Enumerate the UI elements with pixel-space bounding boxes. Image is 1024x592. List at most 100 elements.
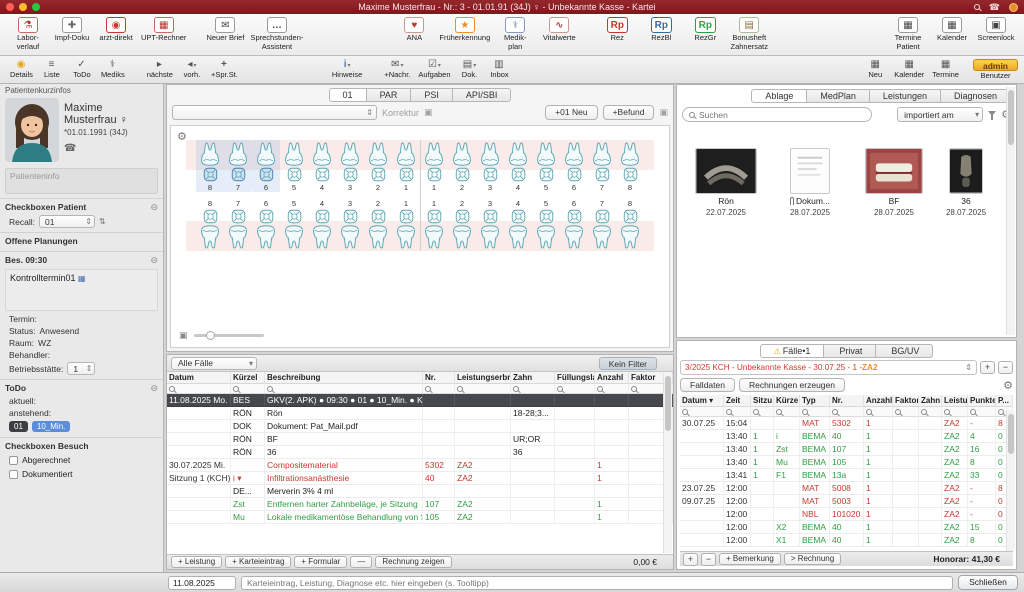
- toolbar-button[interactable]: ✚ Impf-Doku: [50, 16, 94, 44]
- zoom-control[interactable]: ▣: [179, 330, 264, 341]
- scrollbar[interactable]: [1006, 411, 1015, 551]
- leistung-row[interactable]: 13:41 1 F1 BEMA 13a 1 ZA2 33 0: [680, 469, 1013, 482]
- session-status-icon[interactable]: [1009, 3, 1018, 12]
- kartei-row[interactable]: 30.07.2025 Mi. Compositematerial 5302 ZA…: [167, 459, 673, 472]
- toolbar-button[interactable]: ◂ ▾ vorh.: [177, 59, 207, 79]
- column-header[interactable]: Typ: [800, 395, 830, 407]
- leistung-row[interactable]: 23.07.25 12:00 MAT 5008 1 ZA2 - 8: [680, 482, 1013, 495]
- befund-button[interactable]: +Befund: [603, 105, 655, 120]
- checkbox-abgerechnet[interactable]: Abgerechnet: [0, 453, 163, 467]
- toolbar-button[interactable]: ⚕ Mediks: [97, 59, 129, 79]
- tooth[interactable]: 7: [588, 199, 616, 251]
- toolbar-button[interactable]: ⚗ Labor- verlauf: [6, 16, 50, 52]
- column-filter[interactable]: [800, 407, 830, 417]
- column-header[interactable]: Sitzu: [751, 395, 774, 407]
- toolbar-button[interactable]: ▦ UPT-Rechner: [138, 16, 189, 44]
- column-header[interactable]: Zahn: [919, 395, 942, 407]
- leistung-row[interactable]: 12:00 X1 BEMA 40 1 ZA2 8 0: [680, 534, 1013, 547]
- toolbar-button[interactable]: ▦ Kalender: [930, 16, 974, 44]
- column-filter[interactable]: [751, 407, 774, 417]
- add-bemerkung-button[interactable]: + Bemerkung: [719, 553, 781, 565]
- scrollbar-thumb[interactable]: [1008, 90, 1014, 145]
- column-filter[interactable]: [893, 407, 919, 417]
- search-icon[interactable]: [974, 4, 980, 10]
- column-filter[interactable]: [830, 407, 864, 417]
- patient-avatar[interactable]: [5, 98, 59, 162]
- tooth[interactable]: 4: [308, 199, 336, 251]
- gear-icon[interactable]: ⚙: [1003, 379, 1013, 392]
- column-header[interactable]: Leistu: [942, 395, 968, 407]
- tooth[interactable]: 3: [476, 140, 504, 192]
- column-filter[interactable]: [231, 384, 265, 394]
- chart-tab[interactable]: PSI: [411, 88, 453, 102]
- create-invoice-button[interactable]: > Rechnung: [784, 553, 841, 565]
- leistung-row[interactable]: 09.07.25 12:00 MAT 5003 1 ZA2 - 0: [680, 495, 1013, 508]
- tooth[interactable]: 2: [364, 199, 392, 251]
- section-todo[interactable]: ToDo ⊖: [0, 379, 163, 395]
- faelle-tab[interactable]: ⚠Fälle•1: [760, 344, 825, 358]
- appointment-box[interactable]: Kontrolltermin01 ▦: [5, 269, 158, 311]
- column-header[interactable]: Punkte: [968, 395, 996, 407]
- kein-filter-button[interactable]: Kein Filter: [599, 357, 657, 370]
- column-filter[interactable]: [942, 407, 968, 417]
- phone-icon[interactable]: ☎: [64, 143, 128, 154]
- tooth[interactable]: 5: [532, 140, 560, 192]
- column-filter[interactable]: [265, 384, 423, 394]
- ablage-search-field[interactable]: [682, 107, 872, 122]
- scrollbar-thumb[interactable]: [1008, 414, 1014, 454]
- leistung-row[interactable]: 13:40 1 Mu BEMA 105 1 ZA2 8 0: [680, 456, 1013, 469]
- toolbar-button[interactable]: ≡ Liste: [37, 59, 67, 79]
- tooth-chart[interactable]: ⚙ 8: [170, 125, 670, 348]
- ablage-item[interactable]: Rön 22.07.2025: [694, 148, 758, 217]
- tooth[interactable]: 1: [420, 199, 448, 251]
- lock-icon[interactable]: ▣: [659, 107, 668, 118]
- tooth[interactable]: 1: [392, 140, 420, 192]
- falldaten-button[interactable]: Falldaten: [680, 378, 735, 392]
- toolbar-button[interactable]: ⚕ Medik- plan: [493, 16, 537, 52]
- add-karteieintrag-button[interactable]: + Karteieintrag: [225, 556, 291, 568]
- column-filter[interactable]: [511, 384, 555, 394]
- toolbar-button[interactable]: ♥ ANA: [392, 16, 436, 44]
- column-filter[interactable]: [595, 384, 629, 394]
- tooth[interactable]: 3: [336, 140, 364, 192]
- checkbox-icon[interactable]: [9, 470, 18, 479]
- filter-icon[interactable]: [988, 111, 996, 116]
- copy-icon[interactable]: ▣: [424, 107, 433, 118]
- chart-tab[interactable]: 01: [329, 88, 367, 102]
- kartei-row[interactable]: DE... Merverin 3% 4 ml: [167, 485, 673, 498]
- tooth[interactable]: 8: [196, 140, 224, 192]
- import-date-select[interactable]: importiert am ▾: [897, 107, 983, 122]
- toolbar-button[interactable]: ✓ ToDo: [67, 59, 97, 79]
- column-filter[interactable]: [724, 407, 751, 417]
- column-filter[interactable]: [167, 384, 231, 394]
- remove-case-button[interactable]: −: [998, 361, 1013, 374]
- leistung-row[interactable]: 12:00 NBL 101020 1 ZA2 - 0: [680, 508, 1013, 521]
- column-header[interactable]: Beschreibung: [265, 372, 423, 384]
- rechnungen-erzeugen-button[interactable]: Rechnungen erzeugen: [739, 378, 845, 392]
- column-header[interactable]: Datum ▾: [680, 395, 724, 407]
- faelle-tab[interactable]: BG/UV: [876, 344, 933, 358]
- column-filter[interactable]: [423, 384, 455, 394]
- kartei-row[interactable]: 11.08.2025 Mo. BES GKV(2. APK) ● 09:30 ●…: [167, 394, 673, 407]
- tooth[interactable]: 4: [504, 199, 532, 251]
- column-header[interactable]: Leistungserbrin: [455, 372, 511, 384]
- collapse-icon[interactable]: ⊖: [150, 256, 158, 265]
- collapse-icon[interactable]: ⊖: [150, 384, 158, 393]
- kartei-row[interactable]: Mu Lokale medikamentöse Behandlung von S…: [167, 511, 673, 524]
- befund-select[interactable]: ⇕: [172, 105, 377, 120]
- show-invoice-button[interactable]: Rechnung zeigen: [375, 556, 451, 568]
- column-header[interactable]: Kürze: [774, 395, 800, 407]
- column-filter[interactable]: [555, 384, 595, 394]
- toolbar-button[interactable]: Rp RezGr: [683, 16, 727, 44]
- section-checkboxen-besuch[interactable]: Checkboxen Besuch: [0, 437, 163, 453]
- tooth[interactable]: 1: [420, 140, 448, 192]
- maximize-window-button[interactable]: [32, 3, 40, 11]
- column-header[interactable]: Zeit: [724, 395, 751, 407]
- leistung-row[interactable]: 13:40 1 i BEMA 40 1 ZA2 4 0: [680, 430, 1013, 443]
- toolbar-button[interactable]: ★ Früherkennung: [436, 16, 493, 44]
- tooth[interactable]: 5: [532, 199, 560, 251]
- phone-icon[interactable]: ☎: [989, 3, 1000, 12]
- toolbar-button[interactable]: ☑ ▾ Aufgaben: [414, 59, 454, 79]
- tooth[interactable]: 2: [448, 140, 476, 192]
- patient-info-box[interactable]: Patienteninfo: [5, 168, 158, 194]
